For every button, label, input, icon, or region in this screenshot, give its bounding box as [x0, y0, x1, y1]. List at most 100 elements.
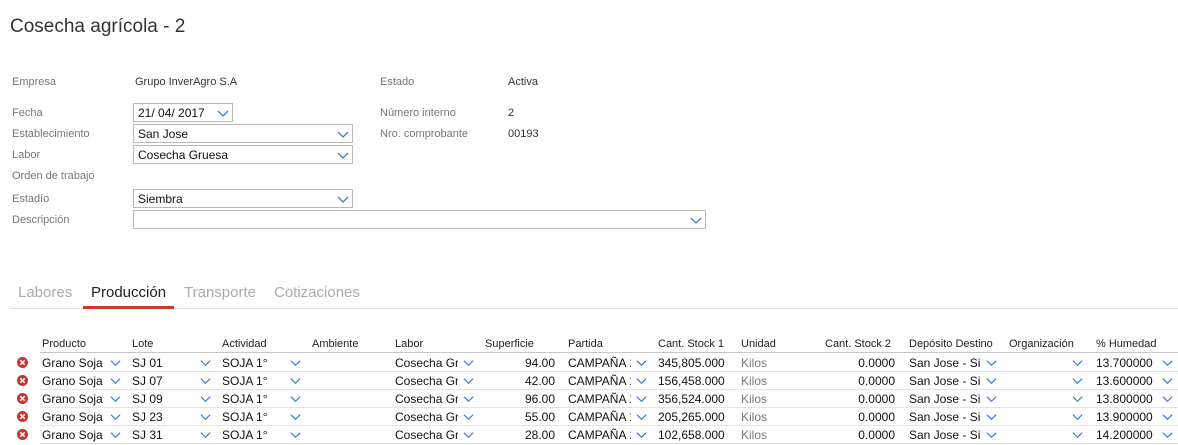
col-header-deposito[interactable]: Depósito Destino	[909, 338, 993, 350]
cell-actividad[interactable]: SOJA 1°	[222, 356, 282, 370]
chevron-down-icon[interactable]	[1072, 375, 1083, 386]
chevron-down-icon[interactable]	[636, 429, 647, 440]
chevron-down-icon[interactable]	[337, 149, 349, 161]
cell-actividad[interactable]: SOJA 1°	[222, 374, 282, 388]
cell-deposito[interactable]: San Jose - Si	[909, 428, 982, 442]
cell-deposito[interactable]: San Jose - Si	[909, 356, 982, 370]
cell-labor[interactable]: Cosecha Gr	[395, 410, 458, 424]
cell-labor[interactable]: Cosecha Gr	[395, 392, 458, 406]
table-row[interactable]: Grano Soja SJ 09 SOJA 1° Cosecha Gr 96.00 CAM…	[12, 390, 1178, 408]
cell-humedad[interactable]: 14.200000	[1096, 428, 1160, 442]
cell-cant-stock-1[interactable]: 102,658.000	[658, 428, 728, 442]
fecha-field[interactable]: 21/ 04/ 2017	[133, 103, 233, 122]
cell-cant-stock-1[interactable]: 345,805.000	[658, 356, 728, 370]
table-row[interactable]: Grano Soja SJ 31 SOJA 1° Cosecha Gr 28.00 CAM…	[12, 426, 1178, 444]
cell-superficie[interactable]: 42.00	[485, 374, 555, 388]
cell-humedad[interactable]: 13.700000	[1096, 356, 1160, 370]
chevron-down-icon[interactable]	[200, 393, 211, 404]
chevron-down-icon[interactable]	[290, 357, 301, 368]
chevron-down-icon[interactable]	[986, 357, 997, 368]
descripcion-field[interactable]	[133, 210, 706, 229]
cell-superficie[interactable]: 55.00	[485, 410, 555, 424]
delete-row-icon[interactable]	[17, 429, 28, 440]
chevron-down-icon[interactable]	[200, 375, 211, 386]
chevron-down-icon[interactable]	[1162, 411, 1173, 422]
cell-deposito[interactable]: San Jose - Si	[909, 374, 982, 388]
cell-actividad[interactable]: SOJA 1°	[222, 392, 282, 406]
tab-produccion[interactable]: Producción	[83, 284, 175, 309]
cell-labor[interactable]: Cosecha Gr	[395, 374, 458, 388]
chevron-down-icon[interactable]	[986, 411, 997, 422]
col-header-superficie[interactable]: Superficie	[485, 338, 534, 350]
cell-superficie[interactable]: 94.00	[485, 356, 555, 370]
cell-producto[interactable]: Grano Soja	[42, 392, 106, 406]
chevron-down-icon[interactable]	[217, 107, 229, 119]
table-row[interactable]: Grano Soja SJ 07 SOJA 1° Cosecha Gr 42.00 CAM…	[12, 372, 1178, 390]
cell-unidad[interactable]: Kilos	[741, 374, 801, 388]
cell-unidad[interactable]: Kilos	[741, 356, 801, 370]
cell-humedad[interactable]: 13.600000	[1096, 374, 1160, 388]
tab-transporte[interactable]: Transporte	[176, 284, 264, 308]
cell-superficie[interactable]: 96.00	[485, 392, 555, 406]
chevron-down-icon[interactable]	[463, 429, 474, 440]
cell-partida[interactable]: CAMPAÑA 1	[568, 410, 631, 424]
cell-partida[interactable]: CAMPAÑA 1	[568, 356, 631, 370]
chevron-down-icon[interactable]	[463, 375, 474, 386]
chevron-down-icon[interactable]	[636, 393, 647, 404]
cell-lote[interactable]: SJ 09	[132, 392, 202, 406]
col-header-labor[interactable]: Labor	[395, 338, 423, 350]
col-header-humedad[interactable]: % Humedad	[1096, 338, 1157, 350]
cell-actividad[interactable]: SOJA 1°	[222, 410, 282, 424]
chevron-down-icon[interactable]	[200, 429, 211, 440]
delete-row-icon[interactable]	[17, 375, 28, 386]
chevron-down-icon[interactable]	[110, 375, 121, 386]
delete-row-icon[interactable]	[17, 357, 28, 368]
chevron-down-icon[interactable]	[200, 357, 211, 368]
cell-labor[interactable]: Cosecha Gr	[395, 356, 458, 370]
cell-producto[interactable]: Grano Soja	[42, 374, 106, 388]
chevron-down-icon[interactable]	[986, 375, 997, 386]
table-row[interactable]: Grano Soja SJ 23 SOJA 1° Cosecha Gr 55.00 CAM…	[12, 408, 1178, 426]
cell-cant-stock-1[interactable]: 356,524.000	[658, 392, 728, 406]
chevron-down-icon[interactable]	[636, 357, 647, 368]
labor-select[interactable]: Cosecha Gruesa	[133, 145, 353, 164]
cell-producto[interactable]: Grano Soja	[42, 428, 106, 442]
chevron-down-icon[interactable]	[636, 411, 647, 422]
cell-lote[interactable]: SJ 23	[132, 410, 202, 424]
table-row[interactable]: Grano Soja SJ 01 SOJA 1° Cosecha Gr 94.00 CAM…	[12, 354, 1178, 372]
chevron-down-icon[interactable]	[636, 375, 647, 386]
col-header-organizacion[interactable]: Organización	[1009, 338, 1074, 350]
delete-row-icon[interactable]	[17, 393, 28, 404]
cell-partida[interactable]: CAMPAÑA 1	[568, 392, 631, 406]
cell-producto[interactable]: Grano Soja	[42, 356, 106, 370]
cell-partida[interactable]: CAMPAÑA 1	[568, 428, 631, 442]
estadio-select[interactable]: Siembra	[133, 189, 353, 208]
cell-cant-stock-2[interactable]: 0.0000	[825, 410, 895, 424]
cell-producto[interactable]: Grano Soja	[42, 410, 106, 424]
col-header-producto[interactable]: Producto	[42, 338, 86, 350]
col-header-actividad[interactable]: Actividad	[222, 338, 267, 350]
chevron-down-icon[interactable]	[463, 357, 474, 368]
chevron-down-icon[interactable]	[1162, 375, 1173, 386]
chevron-down-icon[interactable]	[290, 393, 301, 404]
chevron-down-icon[interactable]	[200, 411, 211, 422]
col-header-partida[interactable]: Partida	[568, 338, 603, 350]
col-header-cant-stock-2[interactable]: Cant. Stock 2	[825, 338, 891, 350]
chevron-down-icon[interactable]	[1072, 429, 1083, 440]
tab-labores[interactable]: Labores	[10, 284, 80, 308]
chevron-down-icon[interactable]	[110, 357, 121, 368]
chevron-down-icon[interactable]	[110, 411, 121, 422]
cell-cant-stock-1[interactable]: 205,265.000	[658, 410, 728, 424]
col-header-ambiente[interactable]: Ambiente	[312, 338, 358, 350]
chevron-down-icon[interactable]	[290, 375, 301, 386]
cell-deposito[interactable]: San Jose - Si	[909, 410, 982, 424]
col-header-unidad[interactable]: Unidad	[741, 338, 776, 350]
chevron-down-icon[interactable]	[1162, 357, 1173, 368]
chevron-down-icon[interactable]	[1162, 429, 1173, 440]
chevron-down-icon[interactable]	[463, 393, 474, 404]
chevron-down-icon[interactable]	[1072, 411, 1083, 422]
chevron-down-icon[interactable]	[1072, 357, 1083, 368]
cell-unidad[interactable]: Kilos	[741, 392, 801, 406]
col-header-cant-stock-1[interactable]: Cant. Stock 1	[658, 338, 724, 350]
chevron-down-icon[interactable]	[986, 393, 997, 404]
